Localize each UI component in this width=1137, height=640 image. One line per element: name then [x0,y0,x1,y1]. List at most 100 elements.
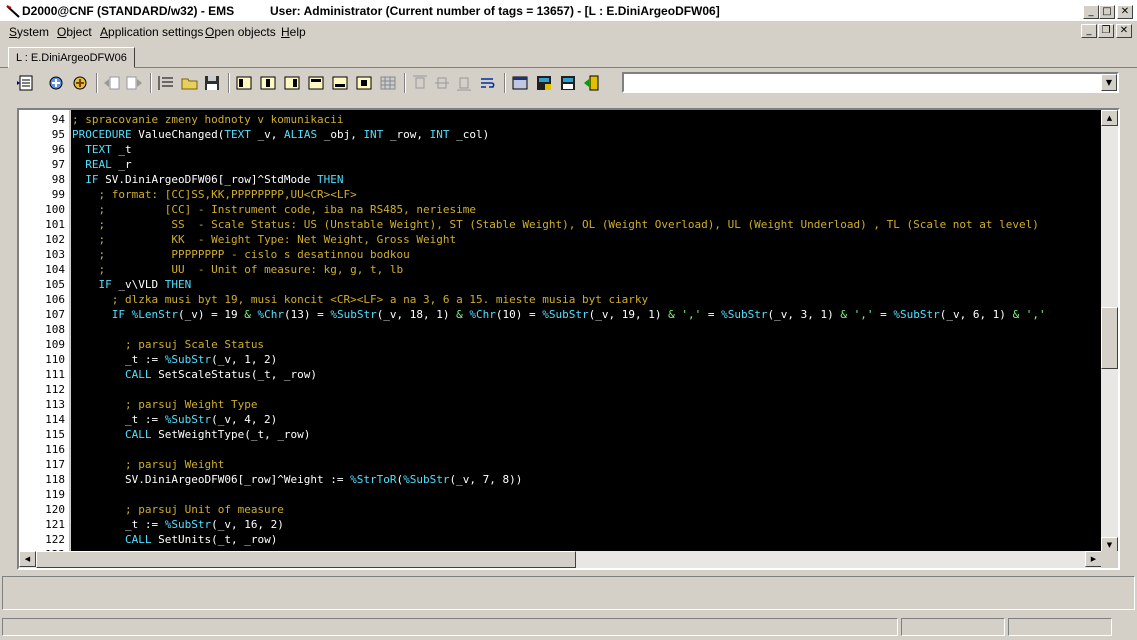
code-line: ; parsuj Weight Type [72,397,257,412]
line-numbers-icon[interactable] [156,73,176,93]
code-line: IF %LenStr(_v) = 19 & %Chr(13) = %SubStr… [72,307,1046,322]
code-line: ; parsuj Scale Status [72,337,264,352]
code-token: SV.DiniArgeoDFW06[_row]^StdMode [98,173,318,186]
insert-block-3-icon[interactable] [282,73,302,93]
wrap-lines-icon[interactable] [478,73,498,93]
line-number: 99 [51,188,65,201]
document-tabs: L : E.DiniArgeoDFW06 [0,44,1137,68]
code-token: ; KK - Weight Type: Net Weight, Gross We… [98,233,457,246]
toolbar-separator [404,73,406,93]
line-number: 121 [45,518,65,531]
code-token: ; format: [CC]SS,KK,PPPPPPPP,UU<CR><LF> [98,188,357,201]
line-number: 107 [45,308,65,321]
code-line: REAL _r [72,157,132,172]
code-token: SetWeightType(_t, _row) [151,428,311,441]
code-token: _t [111,143,132,156]
tab-dini-argeo[interactable]: L : E.DiniArgeoDFW06 [8,47,135,68]
menu-help[interactable]: Help [281,25,306,39]
code-line: ; KK - Weight Type: Net Weight, Gross We… [72,232,457,247]
menu-open-objects[interactable]: Open objects [205,25,276,39]
code-token: IF [98,278,112,291]
mdi-restore-button[interactable]: ❐ [1098,24,1114,38]
menu-object[interactable]: Object [57,25,92,39]
line-number: 118 [45,473,65,486]
code-token: PROCEDURE [72,128,132,141]
code-line: ; format: [CC]SS,KK,PPPPPPPP,UU<CR><LF> [72,187,357,202]
maximize-button[interactable]: □ [1099,5,1115,19]
code-token: ; parsuj Weight [124,458,225,471]
code-token: %SubStr [403,473,450,486]
code-token: ; parsuj Scale Status [124,338,265,351]
code-area[interactable]: ; spracovanie zmeny hodnoty v komunikaci… [71,110,1102,553]
mdi-minimize-button[interactable]: _ [1081,24,1097,38]
indent-right-icon[interactable] [124,73,144,93]
scroll-right-button[interactable]: ▶ [1085,551,1102,567]
toolbar-separator [96,73,98,93]
scroll-up-button[interactable]: ▲ [1101,110,1118,126]
insert-block-5-icon[interactable] [330,73,350,93]
code-token: _t := [72,353,165,366]
save-all-icon[interactable] [558,73,578,93]
code-token: %SubStr [164,413,212,426]
code-token: INT [429,128,450,141]
horizontal-scrollbar[interactable]: ◀ ▶ [19,551,1102,568]
indent-left-icon[interactable] [102,73,122,93]
align-top-icon[interactable] [410,73,430,93]
code-token: ; parsuj Unit of measure [124,503,284,516]
line-number: 119 [45,488,65,501]
align-middle-icon[interactable] [432,73,452,93]
code-token: _r [111,158,132,171]
list-dropdown-icon[interactable] [16,73,36,93]
align-bottom-icon[interactable] [454,73,474,93]
mdi-close-button[interactable]: ✕ [1116,24,1132,38]
vertical-scroll-thumb[interactable] [1101,307,1118,369]
chevron-down-icon[interactable]: ▼ [1101,74,1117,91]
title-bar: D2000@CNF (STANDARD/w32) - EMS User: Adm… [0,0,1137,22]
menu-system[interactable]: System [9,25,49,39]
insert-block-2-icon[interactable] [258,73,278,93]
save-as-icon[interactable] [534,73,554,93]
object-select-combo[interactable]: ▼ [622,72,1119,93]
code-line: PROCEDURE ValueChanged(TEXT _v, ALIAS _o… [72,127,489,142]
save-disk-icon[interactable] [202,73,222,93]
script-editor: 94 95 96 97 98 99 100 101 102 103 104 105 106 107 108 1… [17,108,1120,570]
insert-block-1-icon[interactable] [234,73,254,93]
line-number: 113 [45,398,65,411]
scroll-left-button[interactable]: ◀ [19,551,36,567]
line-number: 98 [51,173,65,186]
line-number: 103 [45,248,65,261]
code-token: %Chr [469,308,496,321]
code-token: (_v, 7, 8)) [449,473,523,486]
grid-icon[interactable] [378,73,398,93]
code-token: %Chr [257,308,284,321]
close-button[interactable]: ✕ [1117,5,1133,19]
code-token: & [244,308,251,321]
open-folder-icon[interactable] [180,73,200,93]
code-token: (13) = [283,308,331,321]
code-token: ; [CC] - Instrument code, iba na RS485, … [98,203,477,216]
insert-block-6-icon[interactable] [354,73,374,93]
code-line: ; spracovanie zmeny hodnoty v komunikaci… [72,112,344,127]
code-line: ; [CC] - Instrument code, iba na RS485, … [72,202,477,217]
vertical-scrollbar[interactable]: ▲ ▼ [1101,110,1118,553]
code-line: ; parsuj Unit of measure [72,502,284,517]
horizontal-scroll-thumb[interactable] [36,551,576,568]
debug-run-icon[interactable] [70,73,90,93]
menu-application-settings[interactable]: Application settings [100,25,203,39]
debug-step-icon[interactable] [46,73,66,93]
calendar-icon[interactable] [510,73,530,93]
minimize-button[interactable]: _ [1083,5,1099,19]
code-token: ; spracovanie zmeny hodnoty v komunikaci… [72,113,344,126]
code-token: (_v, 19, 1) [588,308,669,321]
exit-door-icon[interactable] [582,73,602,93]
insert-block-4-icon[interactable] [306,73,326,93]
